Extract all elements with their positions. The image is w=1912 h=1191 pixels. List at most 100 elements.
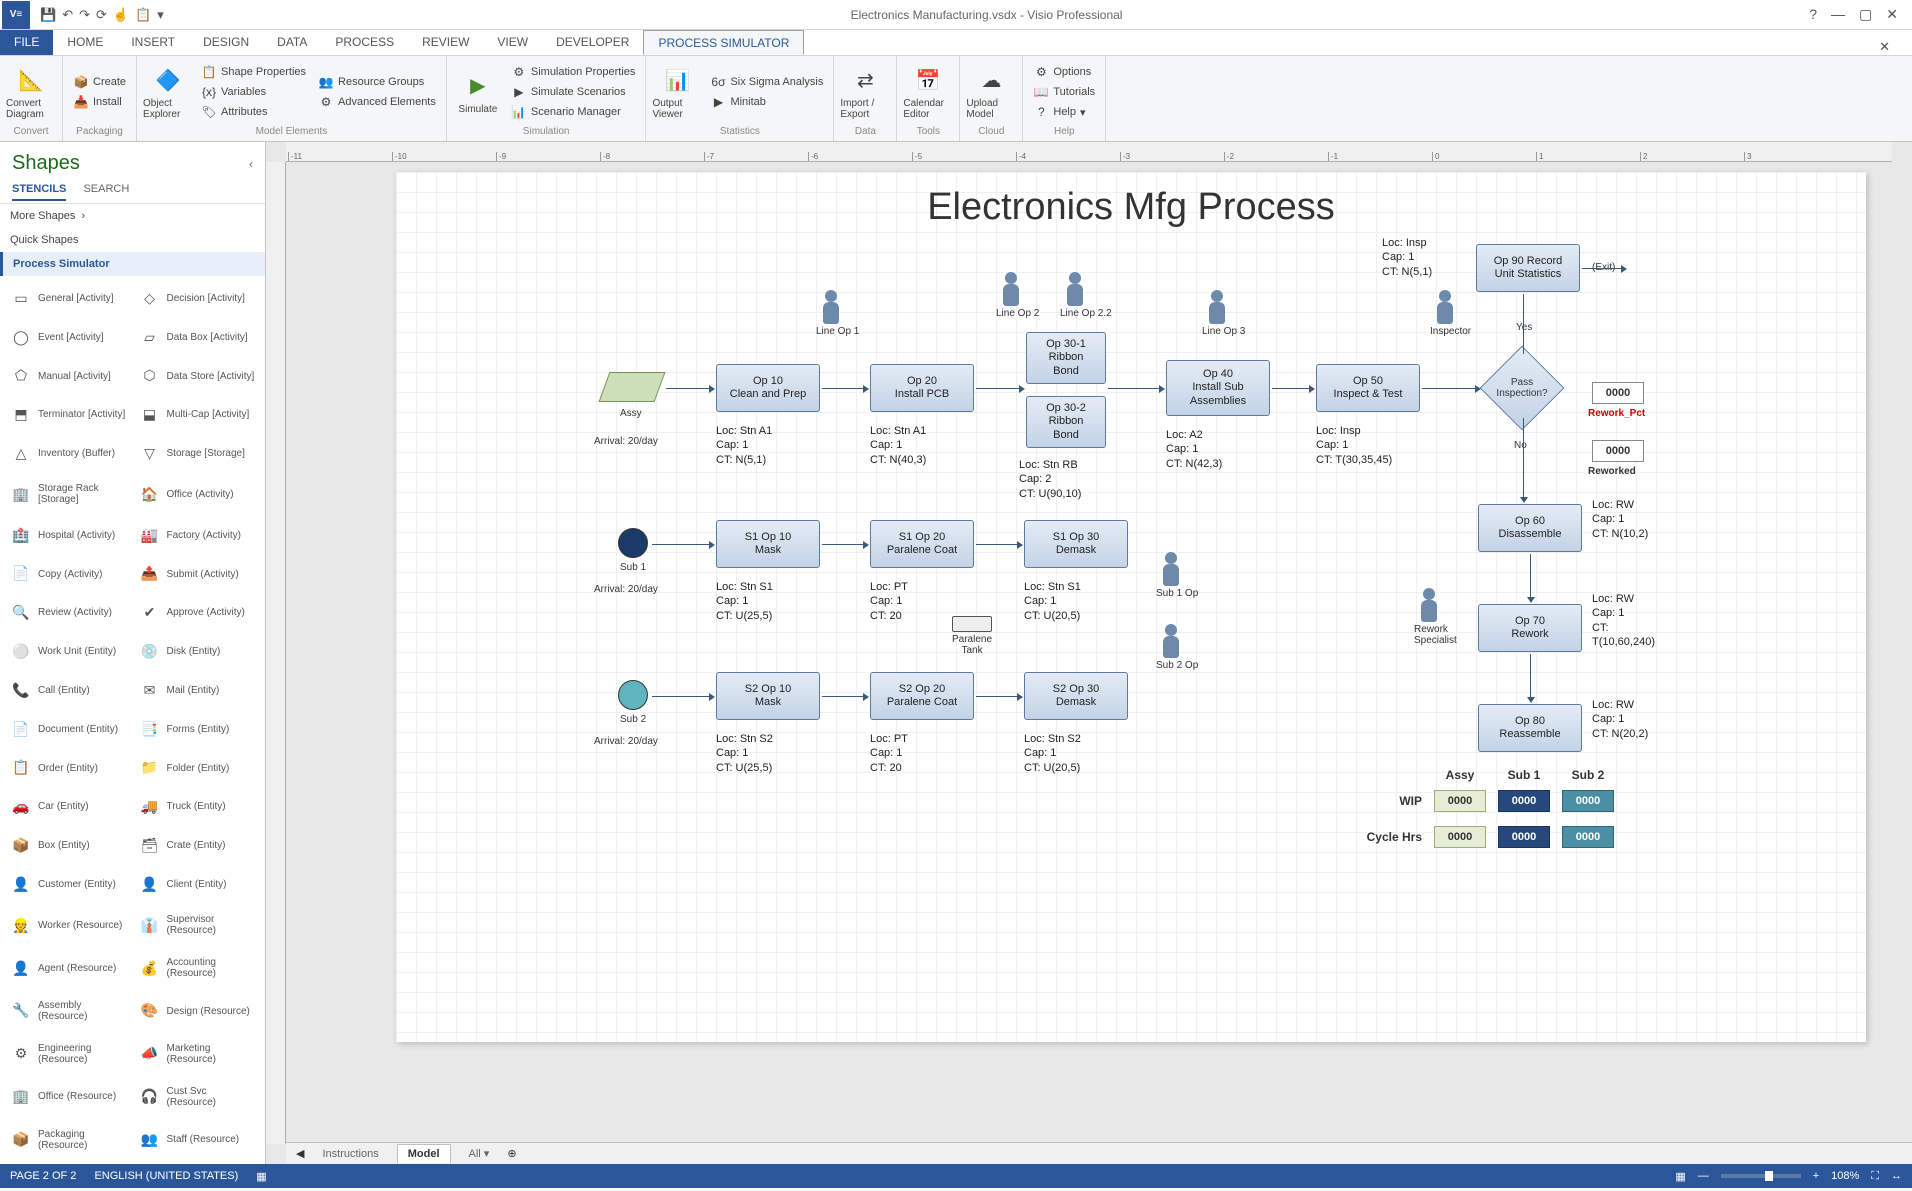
s2-op20[interactable]: S2 Op 20 Paralene Coat: [870, 672, 974, 720]
shape-stencil-item[interactable]: 🚗Car (Entity): [6, 789, 131, 826]
shape-stencil-item[interactable]: 🎧Cust Svc (Resource): [135, 1076, 260, 1117]
shape-stencil-item[interactable]: 🎨Design (Resource): [135, 991, 260, 1032]
simulate-button[interactable]: ▶Simulate: [453, 58, 503, 126]
shape-stencil-item[interactable]: 📄Copy (Activity): [6, 556, 131, 593]
tab-developer[interactable]: DEVELOPER: [542, 30, 643, 55]
shape-stencil-item[interactable]: ▭General [Activity]: [6, 280, 131, 317]
close-icon[interactable]: ✕: [1886, 6, 1898, 23]
upload-model-button[interactable]: ☁Upload Model: [966, 58, 1016, 126]
shape-properties-button[interactable]: 📋Shape Properties: [197, 63, 310, 81]
shape-stencil-item[interactable]: 👥Staff (Resource): [135, 1119, 260, 1160]
output-viewer-button[interactable]: 📊Output Viewer: [652, 58, 702, 126]
entity-sub2[interactable]: [618, 680, 648, 710]
op90[interactable]: Op 90 Record Unit Statistics: [1476, 244, 1580, 292]
shape-stencil-item[interactable]: 🏠Office (Activity): [135, 474, 260, 515]
variables-button[interactable]: {x}Variables: [197, 83, 310, 101]
op50[interactable]: Op 50 Inspect & Test: [1316, 364, 1420, 412]
s1-op10[interactable]: S1 Op 10 Mask: [716, 520, 820, 568]
shape-stencil-item[interactable]: ⬠Manual [Activity]: [6, 358, 131, 395]
paralene-tank[interactable]: Paralene Tank: [952, 616, 992, 656]
shape-stencil-item[interactable]: ◯Event [Activity]: [6, 319, 131, 356]
shape-stencil-item[interactable]: 📋Order (Entity): [6, 750, 131, 787]
shape-stencil-item[interactable]: 👤Customer (Entity): [6, 866, 131, 903]
scenario-manager-button[interactable]: 📊Scenario Manager: [507, 103, 640, 121]
shape-stencil-item[interactable]: 📑Forms (Entity): [135, 711, 260, 748]
shape-stencil-item[interactable]: ⬓Multi-Cap [Activity]: [135, 396, 260, 433]
line-op-2[interactable]: Line Op 2: [996, 272, 1026, 319]
macro-icon[interactable]: ▦: [256, 1170, 266, 1183]
drawing-page[interactable]: Electronics Mfg Process Assy Arrival: 20…: [396, 172, 1866, 1042]
s2-op30[interactable]: S2 Op 30 Demask: [1024, 672, 1128, 720]
tab-file[interactable]: FILE: [0, 30, 53, 55]
tab-home[interactable]: HOME: [53, 30, 117, 55]
shape-stencil-item[interactable]: 📄Document (Entity): [6, 711, 131, 748]
shape-stencil-item[interactable]: 📦Box (Entity): [6, 827, 131, 864]
op60[interactable]: Op 60 Disassemble: [1478, 504, 1582, 552]
tutorials-button[interactable]: 📖Tutorials: [1029, 83, 1099, 101]
zoom-level[interactable]: 108%: [1831, 1170, 1859, 1182]
tab-data[interactable]: DATA: [263, 30, 321, 55]
refresh-icon[interactable]: ⟳: [96, 7, 107, 23]
op30-1[interactable]: Op 30-1 Ribbon Bond: [1026, 332, 1106, 384]
line-op-1[interactable]: Line Op 1: [816, 290, 846, 337]
tab-process[interactable]: PROCESS: [321, 30, 408, 55]
op20[interactable]: Op 20 Install PCB: [870, 364, 974, 412]
search-tab[interactable]: SEARCH: [83, 183, 129, 195]
shape-stencil-item[interactable]: 🔧Assembly (Resource): [6, 991, 131, 1032]
sheet-instructions[interactable]: Instructions: [312, 1145, 388, 1163]
minitab-button[interactable]: ▶Minitab: [706, 93, 827, 111]
stencils-tab[interactable]: STENCILS: [12, 183, 66, 201]
fit-width-icon[interactable]: ↔: [1891, 1170, 1902, 1182]
rework-specialist[interactable]: Rework Specialist: [1414, 588, 1444, 646]
object-explorer-button[interactable]: 🔷Object Explorer: [143, 58, 193, 126]
op30-2[interactable]: Op 30-2 Ribbon Bond: [1026, 396, 1106, 448]
s1-op30[interactable]: S1 Op 30 Demask: [1024, 520, 1128, 568]
op10[interactable]: Op 10 Clean and Prep: [716, 364, 820, 412]
convert-diagram-button[interactable]: 📐Convert Diagram: [6, 58, 56, 126]
install-button[interactable]: 📥Install: [69, 93, 130, 111]
sub1-op[interactable]: Sub 1 Op: [1156, 552, 1186, 599]
shape-stencil-item[interactable]: 💿Disk (Entity): [135, 633, 260, 670]
close-document-icon[interactable]: ✕: [1865, 34, 1904, 60]
shape-stencil-item[interactable]: ⚪Work Unit (Entity): [6, 633, 131, 670]
add-sheet-icon[interactable]: ⊕: [507, 1147, 516, 1160]
shape-stencil-item[interactable]: ◇Decision [Activity]: [135, 280, 260, 317]
op80[interactable]: Op 80 Reassemble: [1478, 704, 1582, 752]
shape-stencil-item[interactable]: 🏢Office (Resource): [6, 1076, 131, 1117]
quick-shapes[interactable]: Quick Shapes: [0, 228, 265, 252]
zoom-in-icon[interactable]: +: [1813, 1170, 1819, 1182]
more-shapes[interactable]: More Shapes ›: [0, 204, 265, 228]
shape-stencil-item[interactable]: 📦Packaging (Resource): [6, 1119, 131, 1160]
shape-stencil-item[interactable]: 📁Folder (Entity): [135, 750, 260, 787]
sheet-model[interactable]: Model: [397, 1144, 451, 1163]
tab-insert[interactable]: INSERT: [117, 30, 189, 55]
attributes-button[interactable]: 🏷Attributes: [197, 103, 310, 121]
shape-stencil-item[interactable]: ▱Data Box [Activity]: [135, 319, 260, 356]
shape-stencil-item[interactable]: 💰Accounting (Resource): [135, 948, 260, 989]
import-export-button[interactable]: ⇄Import / Export: [840, 58, 890, 126]
six-sigma-button[interactable]: 6σSix Sigma Analysis: [706, 73, 827, 91]
tab-view[interactable]: VIEW: [483, 30, 542, 55]
sub2-op[interactable]: Sub 2 Op: [1156, 624, 1186, 671]
line-op-3[interactable]: Line Op 3: [1202, 290, 1232, 337]
shape-stencil-item[interactable]: ⬒Terminator [Activity]: [6, 396, 131, 433]
shape-stencil-item[interactable]: 👤Agent (Resource): [6, 948, 131, 989]
pass-inspection[interactable]: Pass Inspection?: [1482, 358, 1562, 418]
shape-stencil-item[interactable]: 🏭Factory (Activity): [135, 517, 260, 554]
create-button[interactable]: 📦Create: [69, 73, 130, 91]
op70[interactable]: Op 70 Rework: [1478, 604, 1582, 652]
sim-scenarios-button[interactable]: ▶Simulate Scenarios: [507, 83, 640, 101]
shape-stencil-item[interactable]: △Inventory (Buffer): [6, 435, 131, 472]
shape-stencil-item[interactable]: ⚙Engineering (Resource): [6, 1034, 131, 1075]
tab-design[interactable]: DESIGN: [189, 30, 263, 55]
touch-icon[interactable]: ☝: [113, 7, 129, 23]
copy-icon[interactable]: 📋: [135, 7, 151, 23]
resource-groups-button[interactable]: 👥Resource Groups: [314, 73, 440, 91]
shape-stencil-item[interactable]: 🏢Storage Rack [Storage]: [6, 474, 131, 515]
shape-stencil-item[interactable]: 👔Supervisor (Resource): [135, 905, 260, 946]
help-button[interactable]: ?Help ▾: [1029, 103, 1099, 121]
collapse-icon[interactable]: ‹: [249, 157, 253, 171]
nav-prev-icon[interactable]: ◀: [296, 1147, 304, 1160]
entity-assy[interactable]: [599, 372, 666, 402]
shape-stencil-item[interactable]: ⬡Data Store [Activity]: [135, 358, 260, 395]
